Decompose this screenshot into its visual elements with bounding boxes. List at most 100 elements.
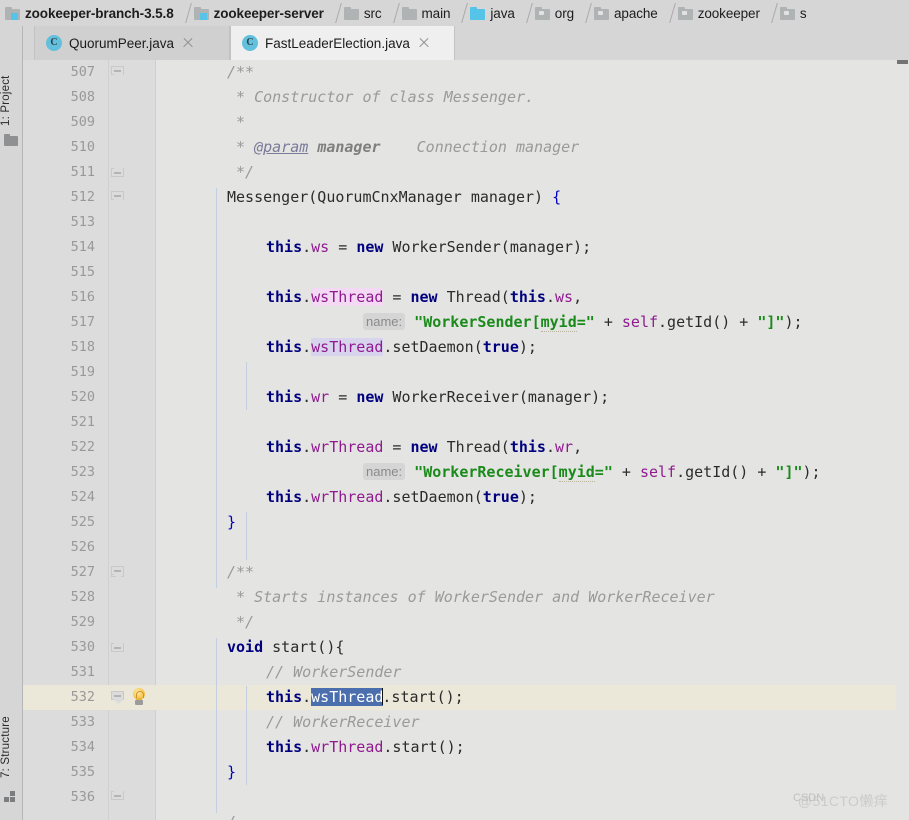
code-line-510: * @param manager Connection manager — [227, 138, 580, 156]
current-line-highlight — [23, 685, 909, 710]
intention-bulb-icon[interactable] — [130, 688, 148, 707]
package-icon — [534, 6, 550, 20]
breadcrumb-item-apache[interactable]: apache — [589, 0, 662, 26]
folder-icon — [343, 6, 359, 20]
code-line-533: // WorkerReceiver — [266, 713, 420, 731]
code-line-537-partial: / — [227, 810, 236, 820]
code-line-535: } — [227, 763, 237, 781]
breadcrumb-item-java[interactable]: java — [465, 0, 518, 26]
fold-marker-collapse[interactable] — [111, 191, 124, 204]
breadcrumb-separator — [519, 0, 530, 26]
line-number-current: 532 — [70, 689, 95, 705]
breadcrumb-separator — [178, 0, 189, 26]
breadcrumb: zookeeper-branch-3.5.8 zookeeper-server … — [0, 0, 909, 27]
module-folder-icon — [5, 6, 20, 20]
breadcrumb-label: zookeeper-server — [213, 5, 324, 21]
breadcrumb-item-zookeeper[interactable]: zookeeper — [673, 0, 764, 26]
code-line-509: * — [227, 113, 246, 131]
breadcrumb-label: main — [421, 5, 451, 21]
line-number: 526 — [70, 539, 95, 555]
line-number: 515 — [70, 264, 95, 280]
tool-window-button-project[interactable]: 1: Project — [0, 68, 22, 134]
fold-marker-end[interactable] — [111, 787, 124, 804]
code-line-523: name: "WorkerReceiver[myid=" + self.getI… — [363, 460, 821, 485]
line-number: 512 — [70, 189, 95, 205]
line-number: 514 — [70, 239, 95, 255]
fold-marker-collapse[interactable] — [111, 66, 124, 79]
editor-selection: wsThread — [311, 688, 384, 706]
line-number: 529 — [70, 614, 95, 630]
line-number: 534 — [70, 739, 95, 755]
code-line-524: this.wrThread.setDaemon(true); — [266, 488, 537, 506]
indent-guide — [246, 512, 247, 560]
editor-vertical-scrollbar[interactable] — [896, 60, 909, 820]
editor-tab-label: FastLeaderElection.java — [265, 35, 410, 51]
code-line-520: this.wr = new WorkerReceiver(manager); — [266, 388, 610, 406]
editor-tab-fastleaderelection[interactable]: C FastLeaderElection.java — [230, 26, 455, 60]
watermark-subtext: CSDN — [793, 792, 825, 804]
close-icon[interactable] — [182, 37, 194, 49]
code-line-530: void start(){ — [227, 638, 345, 656]
breadcrumb-item-src[interactable]: src — [339, 0, 386, 26]
structure-icon[interactable] — [4, 790, 18, 802]
breadcrumb-item-main[interactable]: main — [397, 0, 455, 26]
code-line-507: /** — [227, 63, 255, 81]
code-line-525: } — [227, 513, 237, 531]
code-line-528: * Starts instances of WorkerSender and W… — [227, 588, 715, 606]
java-class-letter: C — [50, 37, 58, 48]
breadcrumb-item-server-truncated[interactable]: s — [775, 0, 811, 26]
line-number: 518 — [70, 339, 95, 355]
line-number: 510 — [70, 139, 95, 155]
code-line-512: Messenger(QuorumCnxManager manager) { — [227, 188, 562, 206]
line-number: 507 — [70, 64, 95, 80]
code-line-511: */ — [227, 163, 255, 181]
java-class-icon: C — [46, 35, 62, 51]
project-folder-icon[interactable] — [4, 134, 18, 146]
indent-guide — [246, 362, 247, 410]
fold-marker-end[interactable] — [111, 164, 124, 181]
indent-guide — [216, 188, 217, 588]
line-number: 513 — [70, 214, 95, 230]
close-icon[interactable] — [418, 37, 430, 49]
breadcrumb-item-module-server[interactable]: zookeeper-server — [189, 0, 328, 26]
breadcrumb-label: java — [490, 5, 515, 21]
fold-marker-collapse[interactable] — [111, 691, 124, 704]
code-editor[interactable]: 507 508 509 510 511 512 513 514 515 516 … — [23, 60, 909, 820]
watermark: @51CTO懒痒 CSDN — [781, 789, 905, 813]
breadcrumb-item-org[interactable]: org — [530, 0, 578, 26]
code-line-517: name: "WorkerSender[myid=" + self.getId(… — [363, 310, 803, 335]
line-number: 508 — [70, 89, 95, 105]
code-line-514: this.ws = new WorkerSender(manager); — [266, 238, 592, 256]
package-icon — [677, 6, 693, 20]
line-number: 511 — [70, 164, 95, 180]
code-line-527: /** — [227, 563, 255, 581]
breadcrumb-separator — [328, 0, 339, 26]
code-line-529: */ — [227, 613, 255, 631]
scrollbar-thumb[interactable] — [897, 60, 908, 64]
code-line-534: this.wrThread.start(); — [266, 738, 465, 756]
module-folder-icon — [193, 6, 209, 20]
editor-tab-bar: C QuorumPeer.java C FastLeaderElection.j… — [23, 26, 909, 61]
left-tool-window-strip: 1: Project 7: Structure es — [0, 26, 23, 820]
code-line-522: this.wrThread = new Thread(this.wr, — [266, 438, 583, 456]
line-number: 524 — [70, 489, 95, 505]
breadcrumb-label: org — [554, 5, 574, 21]
breadcrumb-item-module-root[interactable]: zookeeper-branch-3.5.8 — [0, 0, 178, 26]
package-icon — [779, 6, 795, 20]
fold-marker-collapse[interactable] — [111, 566, 124, 579]
line-number: 525 — [70, 514, 95, 530]
line-number: 516 — [70, 289, 95, 305]
line-number: 509 — [70, 114, 95, 130]
breadcrumb-separator — [386, 0, 397, 26]
breadcrumb-separator — [662, 0, 673, 26]
breadcrumb-separator — [454, 0, 465, 26]
line-number: 531 — [70, 664, 95, 680]
indent-guide — [216, 638, 217, 813]
code-line-508: * Constructor of class Messenger. — [227, 88, 535, 106]
code-line-532: this.wsThread.start(); — [266, 688, 464, 706]
parameter-hint: name: — [363, 313, 406, 330]
tool-window-button-structure[interactable]: 7: Structure — [0, 706, 22, 788]
code-line-531: // WorkerSender — [266, 663, 402, 681]
editor-tab-quorumpeer[interactable]: C QuorumPeer.java — [34, 26, 230, 60]
fold-marker-end[interactable] — [111, 639, 124, 656]
